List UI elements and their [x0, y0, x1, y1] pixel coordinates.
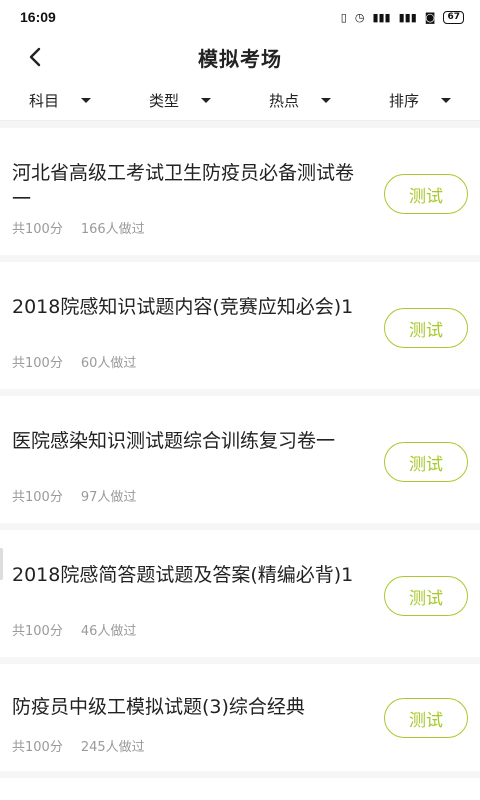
exam-meta: 共100分 166人做过: [12, 218, 145, 237]
list-item[interactable]: 河北省高级工考试卫生防疫员必备测试卷一 共100分 166人做过 测试: [0, 128, 480, 262]
status-time: 16:09: [20, 9, 56, 25]
exam-count: 46人做过: [80, 624, 137, 639]
exam-title: 河北省高级工考试卫生防疫员必备测试卷一: [12, 162, 355, 210]
back-arrow-icon: [29, 47, 41, 67]
exam-meta: 共100分 245人做过: [12, 736, 145, 755]
list-item[interactable]: 2018院感知识试题内容(竞赛应知必会)1 共100分 60人做过 测试: [0, 262, 480, 396]
test-button[interactable]: 测试: [384, 698, 468, 738]
exam-title: 2018院感简答题试题及答案(精编必背)1: [12, 564, 354, 586]
filter-label: 热点: [268, 91, 299, 110]
exam-score: 共100分: [12, 356, 63, 371]
filter-label: 排序: [388, 91, 419, 110]
exam-score: 共100分: [12, 222, 63, 237]
exam-count: 245人做过: [80, 740, 145, 755]
signal-icon-2: ▮▮▮: [398, 10, 417, 24]
exam-score: 共100分: [12, 624, 63, 639]
exam-score: 共100分: [12, 490, 63, 505]
filter-hot[interactable]: 热点: [240, 90, 360, 111]
exam-title: 防疫员中级工模拟试题(3)综合经典: [12, 696, 305, 718]
test-button[interactable]: 测试: [384, 442, 468, 482]
edge-handle[interactable]: [0, 548, 3, 580]
test-button[interactable]: 测试: [384, 576, 468, 616]
exam-meta: 共100分 97人做过: [12, 486, 136, 505]
filter-label: 科目: [28, 91, 59, 110]
caret-down-icon: [441, 97, 451, 103]
wifi-icon: ◙: [424, 10, 436, 24]
signal-icon: ▮▮▮: [372, 10, 391, 24]
exam-title: 医院感染知识测试题综合训练复习卷一: [12, 430, 336, 452]
exam-meta: 共100分 46人做过: [12, 620, 136, 639]
page-title: 模拟考场: [198, 46, 282, 71]
exam-title: 2018院感知识试题内容(竞赛应知必会)1: [12, 296, 354, 318]
status-bar: 16:09 ▯ ◷ ▮▮▮ ▮▮▮ ◙ 67: [0, 0, 480, 34]
exam-score: 共100分: [12, 740, 63, 755]
caret-down-icon: [201, 97, 211, 103]
caret-down-icon: [81, 97, 91, 103]
caret-down-icon: [321, 97, 331, 103]
exam-count: 166人做过: [80, 222, 145, 237]
exam-list: 河北省高级工考试卫生防疫员必备测试卷一 共100分 166人做过 测试 2018…: [0, 128, 480, 778]
filter-label: 类型: [148, 91, 179, 110]
list-item[interactable]: 医院感染知识测试题综合训练复习卷一 共100分 97人做过 测试: [0, 396, 480, 530]
list-item[interactable]: 2018院感简答题试题及答案(精编必背)1 共100分 46人做过 测试: [0, 530, 480, 664]
back-button[interactable]: [22, 44, 48, 70]
battery-icon: 67: [443, 10, 464, 24]
filter-sort[interactable]: 排序: [360, 90, 480, 111]
test-button[interactable]: 测试: [384, 174, 468, 214]
exam-meta: 共100分 60人做过: [12, 352, 136, 371]
list-item[interactable]: 防疫员中级工模拟试题(3)综合经典 共100分 245人做过 测试: [0, 664, 480, 778]
section-divider: [0, 121, 480, 128]
exam-count: 60人做过: [80, 356, 137, 371]
alarm-icon: ◷: [354, 10, 365, 24]
filter-type[interactable]: 类型: [120, 90, 240, 111]
exam-count: 97人做过: [80, 490, 137, 505]
test-button[interactable]: 测试: [384, 308, 468, 348]
nav-bar: 模拟考场: [0, 34, 480, 80]
filter-bar: 科目 类型 热点 排序: [0, 80, 480, 121]
filter-subject[interactable]: 科目: [0, 90, 120, 111]
status-icons: ▯ ◷ ▮▮▮ ▮▮▮ ◙ 67: [340, 10, 464, 24]
vibrate-icon: ▯: [340, 10, 347, 24]
